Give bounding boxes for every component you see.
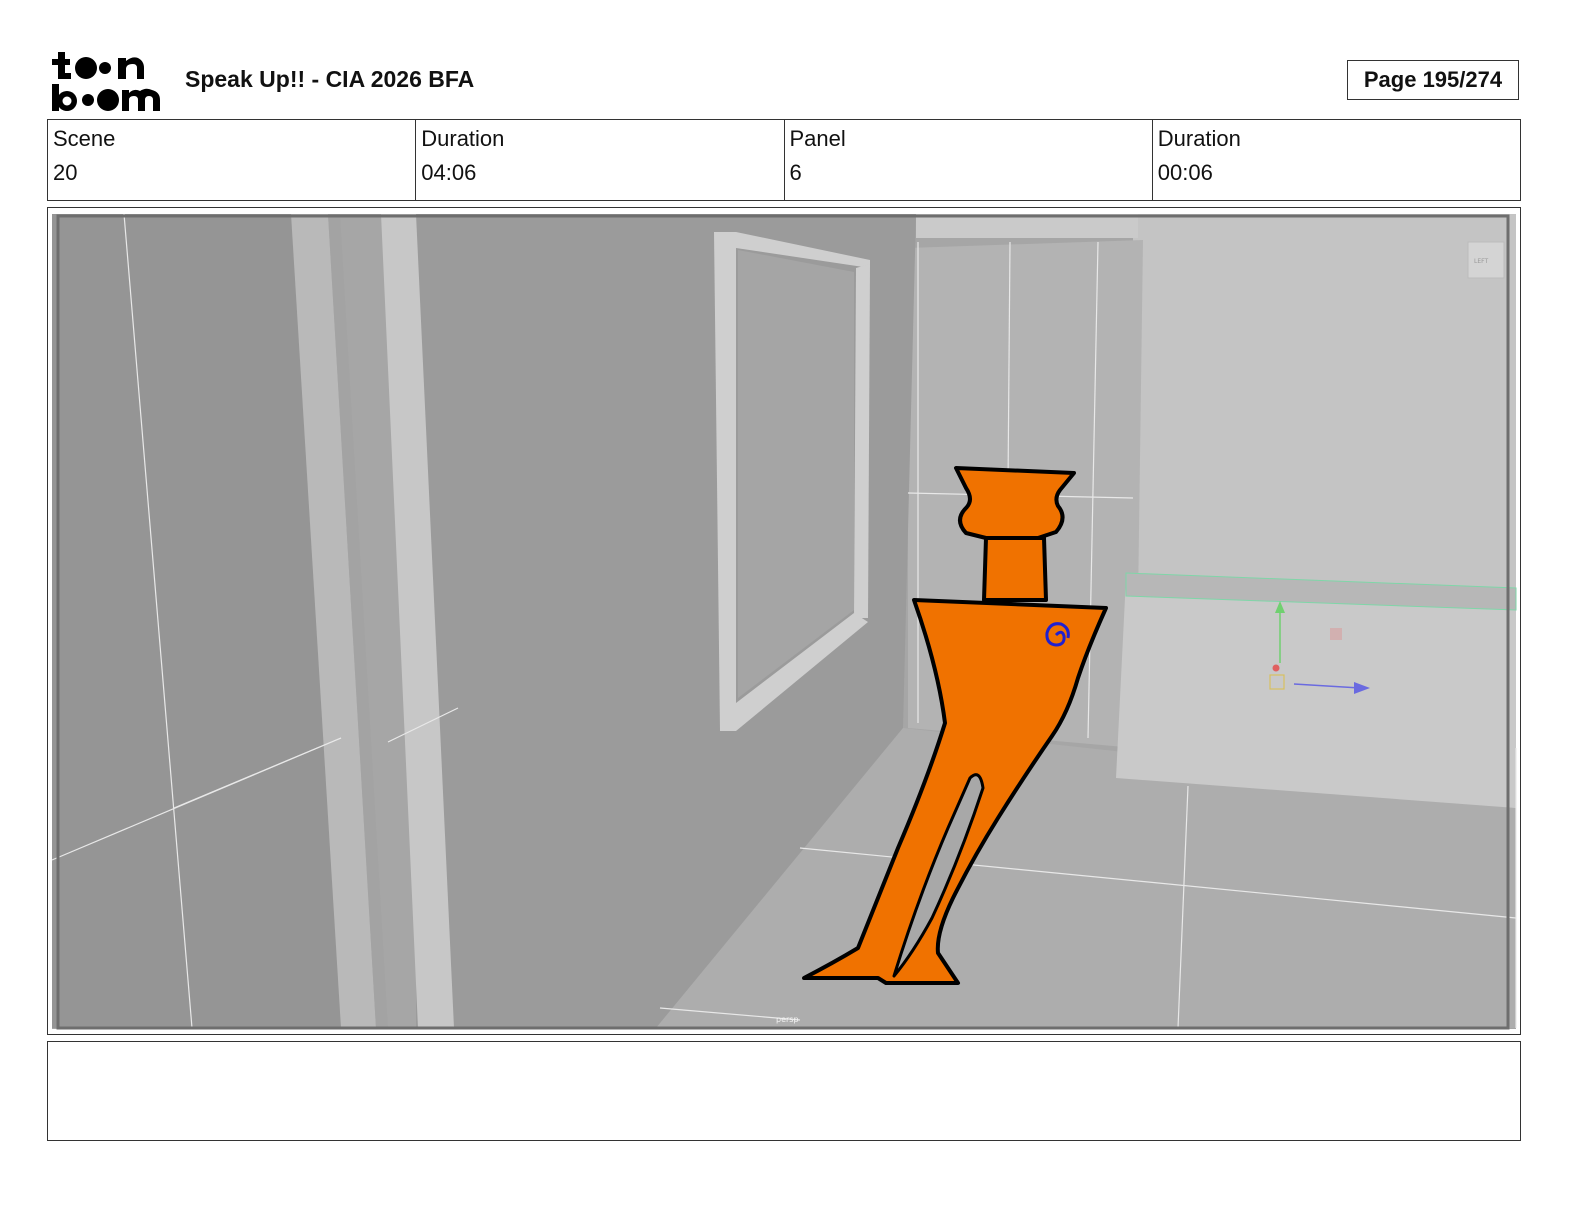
panel-duration-value: 00:06	[1157, 160, 1213, 185]
panel-duration-cell: Duration 00:06	[1153, 120, 1520, 200]
view-cube-label: LEFT	[1474, 258, 1488, 265]
panel-value: 6	[789, 160, 802, 185]
scene-value: 20	[53, 160, 78, 185]
action-notes-box	[47, 1041, 1521, 1141]
panel-duration-label: Duration	[1157, 126, 1241, 151]
frame-right	[854, 264, 870, 618]
counter-front	[1116, 578, 1516, 808]
toon-boom-logo	[52, 52, 164, 112]
storyboard-panel: persp LEFT	[47, 207, 1521, 1035]
project-title: Speak Up!! - CIA 2026 BFA	[185, 66, 475, 92]
panel-drawing: persp LEFT	[51, 213, 1517, 1030]
page-indicator: Page 195/274	[1347, 60, 1519, 100]
panel-info-table: Scene 20 Duration 04:06 Panel 6 Duration…	[47, 119, 1521, 201]
scene-duration-label: Duration	[421, 126, 505, 151]
scene-duration-cell: Duration 04:06	[416, 120, 785, 200]
scene-cell: Scene 20	[48, 120, 417, 200]
camera-label: persp	[776, 1015, 799, 1024]
character-head	[954, 466, 1076, 540]
panel-label: Panel	[789, 126, 846, 151]
panel-cell: Panel 6	[785, 120, 1153, 200]
scene-label: Scene	[53, 126, 116, 151]
scene-duration-value: 04:06	[421, 160, 477, 185]
back-top	[916, 214, 1138, 238]
character-neck	[982, 536, 1048, 602]
